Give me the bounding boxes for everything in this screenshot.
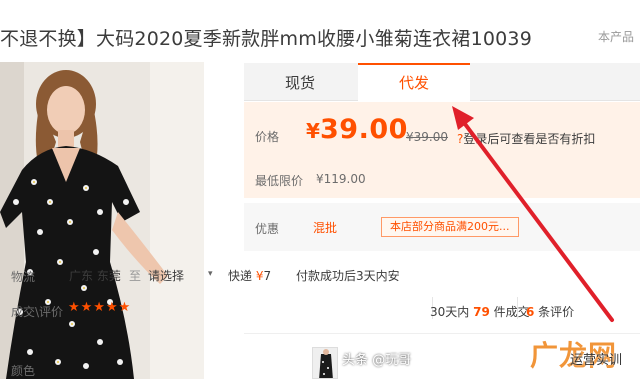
swatch-dress-image	[313, 348, 337, 378]
promotion-section: 优惠 混批 本店部分商品满200元...	[244, 203, 640, 251]
price-label: 价格	[255, 130, 280, 144]
monthly-sales: 30天内 79 件成交	[430, 303, 530, 320]
shipping-time-note: 付款成功后3天内安	[296, 269, 400, 283]
login-discount-text: 登录后可查看是否有折扣	[463, 132, 596, 146]
chevron-down-icon[interactable]: ▾	[208, 269, 213, 279]
destination-select[interactable]: 请选择	[148, 267, 184, 284]
tab-dropship[interactable]: 代发	[358, 63, 470, 102]
shipping-fee-value: 7	[263, 269, 272, 283]
review-suffix: 条评价	[534, 305, 575, 319]
product-photo[interactable]	[0, 62, 204, 379]
ship-to-word: 至	[129, 269, 142, 283]
original-price: ¥39.00	[406, 130, 448, 144]
product-title: 不退不换】大码2020夏季新款胖mm收腰小雏菊连衣裙10039	[0, 28, 533, 50]
divider	[517, 297, 518, 319]
sales-suffix: 件成交	[489, 305, 530, 319]
mixed-batch-tag: 混批	[313, 221, 338, 235]
login-discount-link[interactable]: ?登录后可查看是否有折扣	[457, 130, 595, 147]
tab-in-stock[interactable]: 现货	[244, 63, 356, 101]
sales-prefix: 30天内	[430, 305, 474, 319]
shipping-fee: 快递 ¥7	[228, 267, 271, 284]
sales-count: 79	[473, 305, 490, 319]
color-label: 颜色	[11, 364, 36, 378]
price-section: 价格 ¥ 39.00 ¥39.00 ?登录后可查看是否有折扣 最低限价 ¥119…	[244, 102, 640, 198]
rating-stars-icon: ★★★★★	[68, 300, 132, 315]
shipping-fee-prefix: 快递	[228, 269, 256, 283]
watermark-source: 头条 @玩哥	[342, 353, 412, 368]
dress-model-image	[0, 62, 204, 379]
watermark: 广龙网 头条 @玩哥 运营实训	[342, 338, 640, 376]
price-value: 39.00	[320, 114, 408, 145]
store-coupon-badge[interactable]: 本店部分商品满200元...	[381, 217, 519, 237]
shipping-label: 物流	[11, 270, 36, 284]
review-count-link[interactable]: 6 条评价	[526, 303, 574, 320]
color-swatch-thumbnail[interactable]	[312, 347, 338, 379]
min-price-value: ¥119.00	[316, 172, 366, 186]
price-currency: ¥	[306, 119, 320, 143]
ship-from-location: 广东 东莞	[69, 269, 121, 283]
promotion-label: 优惠	[255, 222, 280, 236]
watermark-tail: 运营实训	[570, 353, 623, 368]
purchase-mode-tabs: 现货 代发	[244, 63, 640, 102]
sales-review-label: 成交\评价	[11, 305, 64, 319]
min-price-label: 最低限价	[255, 174, 304, 188]
product-header-side-text: 本产品	[597, 30, 634, 44]
